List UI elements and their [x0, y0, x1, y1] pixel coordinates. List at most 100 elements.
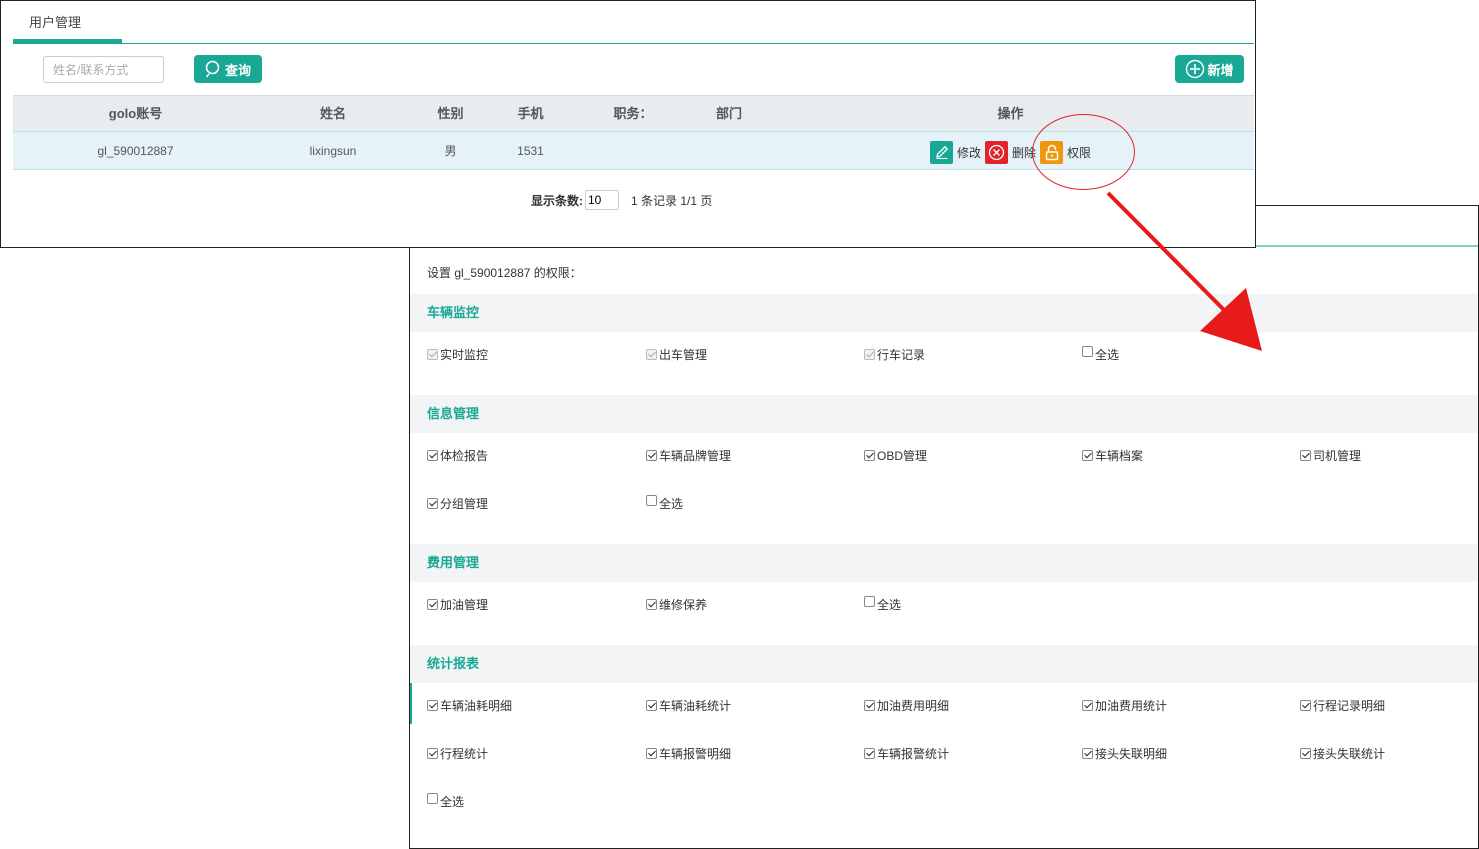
permission-checkbox[interactable]: 维修保养 [646, 596, 707, 612]
checkbox-box[interactable] [864, 449, 875, 461]
permission-checkbox[interactable]: 车辆报警统计 [864, 745, 949, 761]
cell-phone: 1531 [517, 144, 544, 158]
checkbox-box[interactable] [646, 598, 657, 610]
permission-checkbox[interactable]: 行程记录明细 [1300, 697, 1385, 713]
checkbox-box[interactable] [864, 595, 875, 607]
checkbox-box[interactable] [427, 348, 438, 360]
section-title: 车辆监控 [427, 305, 480, 320]
checkbox-box[interactable] [646, 747, 657, 759]
checkbox-label: 车辆油耗统计 [659, 698, 732, 713]
checkbox-label: 行程统计 [440, 746, 489, 761]
checkbox-box[interactable] [1300, 699, 1311, 711]
checkbox-box[interactable] [1300, 747, 1311, 759]
checkbox-box[interactable] [864, 747, 875, 759]
permission-checkbox[interactable]: 体检报告 [427, 447, 488, 463]
checkbox-box[interactable] [1082, 345, 1093, 357]
permission-checkbox[interactable]: 车辆报警明细 [646, 745, 731, 761]
checkbox-label: 车辆报警明细 [659, 746, 732, 761]
checkbox-label: 加油费用明细 [877, 698, 950, 713]
edit-action[interactable]: 修改 [930, 140, 981, 164]
section-header: 车辆监控 [410, 294, 1478, 332]
cell-account: gl_590012887 [97, 144, 174, 158]
checkbox-box[interactable] [427, 497, 438, 509]
column-header-phone: 手机 [517, 106, 544, 121]
permission-checkbox[interactable]: 车辆品牌管理 [646, 447, 731, 463]
column-header-title: 职务： [613, 106, 653, 121]
permission-checkbox[interactable]: 接头失联明细 [1082, 745, 1167, 761]
section-header: 信息管理 [410, 395, 1478, 433]
checkbox-box[interactable] [646, 449, 657, 461]
cell-gender: 男 [444, 144, 457, 158]
column-header-actions: 操作 [997, 106, 1024, 121]
checkbox-label: 出车管理 [659, 347, 708, 362]
column-header-name: 姓名 [319, 106, 346, 121]
section-title: 统计报表 [427, 656, 480, 671]
section-title: 费用管理 [427, 555, 480, 570]
record-summary: 1 条记录 1/1 页 [631, 193, 713, 208]
checkbox-box[interactable] [1300, 449, 1311, 461]
edit-action-label: 修改 [957, 145, 982, 160]
checkbox-box[interactable] [427, 747, 438, 759]
checkbox-box[interactable] [427, 699, 438, 711]
checkbox-label: 接头失联明细 [1095, 746, 1168, 761]
select-all-checkbox[interactable]: 全选 [864, 595, 902, 612]
query-button[interactable]: 查询 [194, 55, 262, 83]
checkbox-label: 维修保养 [659, 597, 708, 612]
pencil-icon [930, 140, 953, 164]
checkbox-box[interactable] [864, 699, 875, 711]
permission-checkbox[interactable]: 加油费用明细 [864, 697, 949, 713]
checkbox-label: 加油管理 [440, 597, 489, 612]
page-size-input[interactable] [585, 190, 619, 210]
checkbox-box[interactable] [1082, 747, 1093, 759]
close-circle-icon [985, 140, 1008, 164]
checkbox-box[interactable] [427, 598, 438, 610]
checkbox-box[interactable] [646, 494, 657, 506]
permission-checkbox[interactable]: 出车管理 [646, 346, 707, 362]
add-user-button[interactable]: 新增 [1175, 55, 1244, 83]
plus-circle-icon [1186, 59, 1205, 79]
delete-action[interactable]: 删除 [985, 140, 1036, 164]
search-icon [205, 60, 220, 78]
permission-checkbox[interactable]: 车辆油耗统计 [646, 697, 731, 713]
checkbox-label: 车辆品牌管理 [659, 448, 732, 463]
permission-title: 设置 gl_590012887 的权限： [427, 266, 582, 280]
search-input[interactable] [43, 56, 164, 83]
checkbox-label: 全选 [877, 597, 902, 612]
column-header-account: golo账号 [108, 106, 163, 121]
permission-checkbox[interactable]: 司机管理 [1300, 447, 1361, 463]
permission-checkbox[interactable]: 接头失联统计 [1300, 745, 1385, 761]
arrow-icon [1106, 191, 1262, 351]
checkbox-label: 司机管理 [1313, 448, 1362, 463]
permission-settings-window: 设置 gl_590012887 的权限： 车辆监控实时监控 出车管理 行车记录全选 信… [409, 205, 1479, 849]
checkbox-label: 行车记录 [877, 347, 926, 362]
checkbox-label: 全选 [659, 496, 684, 511]
checkbox-label: 实时监控 [440, 347, 489, 362]
permission-checkbox[interactable]: OBD管理 [864, 447, 927, 463]
checkbox-box[interactable] [427, 792, 438, 804]
permission-checkbox[interactable]: 分组管理 [427, 495, 488, 511]
tab-divider [13, 43, 1254, 44]
permission-checkbox[interactable]: 加油费用统计 [1082, 697, 1167, 713]
select-all-checkbox[interactable]: 全选 [646, 494, 684, 511]
checkbox-label: 车辆档案 [1095, 448, 1144, 463]
checkbox-box[interactable] [1082, 699, 1093, 711]
permission-checkbox[interactable]: 行程统计 [427, 745, 488, 761]
select-all-checkbox[interactable]: 全选 [427, 792, 465, 809]
section-header: 费用管理 [410, 544, 1478, 582]
checkbox-box[interactable] [646, 699, 657, 711]
permission-checkbox[interactable]: 车辆档案 [1082, 447, 1143, 463]
cell-title [603, 132, 663, 171]
left-accent-bar [410, 676, 412, 724]
permission-checkbox[interactable]: 实时监控 [427, 346, 488, 362]
permission-checkbox[interactable]: 行车记录 [864, 346, 925, 362]
checkbox-box[interactable] [646, 348, 657, 360]
checkbox-label: 全选 [440, 794, 465, 809]
permission-checkbox[interactable]: 加油管理 [427, 596, 488, 612]
checkbox-box[interactable] [864, 348, 875, 360]
checkbox-box[interactable] [1082, 449, 1093, 461]
checkbox-label: 行程记录明细 [1313, 698, 1386, 713]
checkbox-box[interactable] [427, 449, 438, 461]
permission-checkbox[interactable]: 车辆油耗明细 [427, 697, 512, 713]
checkbox-label: 接头失联统计 [1313, 746, 1386, 761]
checkbox-label: 车辆报警统计 [877, 746, 950, 761]
